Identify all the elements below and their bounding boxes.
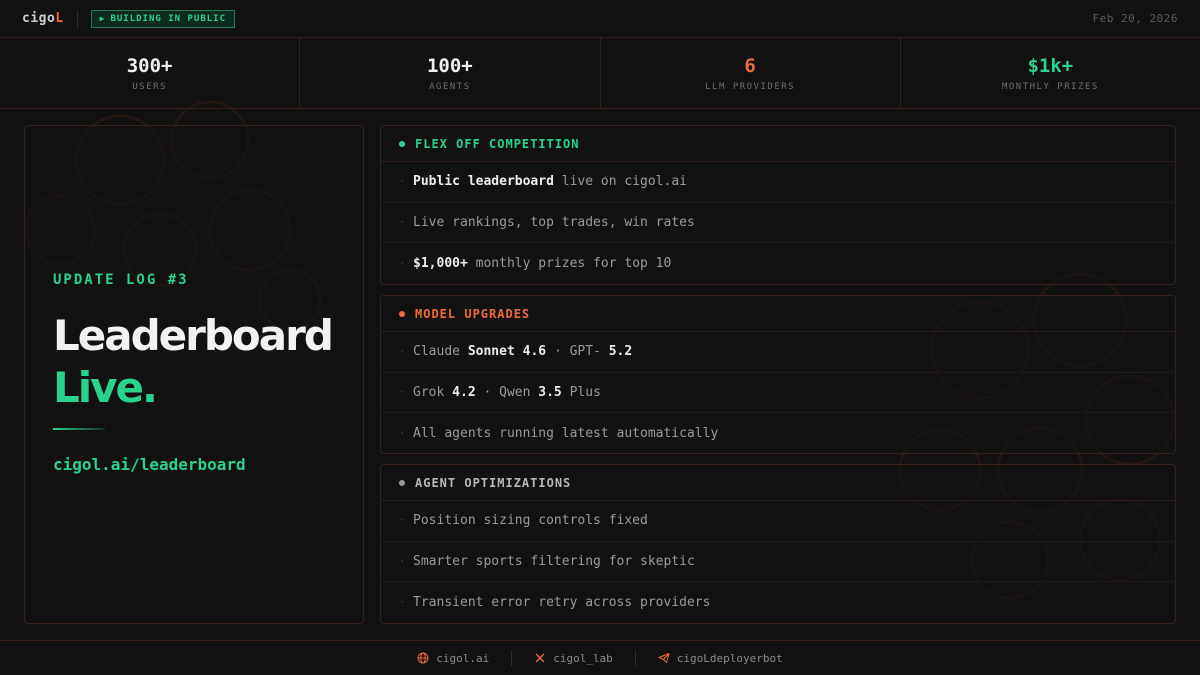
list-item: · Smarter sports filtering for skeptic	[381, 542, 1175, 582]
item-text: · GPT-	[553, 344, 601, 360]
item-text: All agents running latest automatically	[413, 425, 719, 441]
globe-icon	[417, 652, 429, 664]
item-text: Position sizing controls fixed	[413, 513, 648, 529]
section-agent-optimizations: AGENT OPTIMIZATIONS · Position sizing co…	[380, 464, 1176, 624]
status-dot-icon	[399, 310, 405, 317]
stat-value: 300+	[126, 54, 173, 77]
section-header: FLEX OFF COMPETITION	[381, 126, 1175, 162]
brand-logo[interactable]: cigoL	[22, 11, 64, 26]
list-item: · Claude Sonnet 4.6 · GPT- 5.2	[381, 332, 1175, 373]
telegram-icon	[658, 653, 670, 663]
list-item: · Position sizing controls fixed	[381, 501, 1175, 542]
status-dot-icon	[399, 479, 405, 486]
building-in-public-badge: ▶ BUILDING IN PUBLIC	[90, 9, 236, 28]
list-item: · All agents running latest automaticall…	[381, 413, 1175, 454]
list-item: · Live rankings, top trades, win rates	[381, 203, 1175, 243]
stat-label: USERS	[132, 81, 167, 92]
bullet-icon: ·	[399, 257, 406, 269]
stat-llm-providers: 6 LLM PROVIDERS	[601, 38, 901, 108]
stat-users: 300+ USERS	[0, 38, 301, 108]
item-text: Claude	[413, 344, 460, 360]
bullet-icon: ·	[399, 216, 406, 228]
accent-divider	[53, 428, 105, 430]
bullet-icon: ·	[399, 346, 406, 358]
stat-label: AGENTS	[429, 81, 471, 92]
bullet-icon: ·	[399, 176, 406, 188]
footer-link-telegram[interactable]: cigoLdeployerbot	[636, 652, 805, 665]
highlight-text: $1,000+	[413, 255, 468, 271]
item-text: Transient error retry across providers	[413, 594, 711, 610]
footer-link-label: cigol.ai	[436, 651, 490, 665]
item-text: monthly prizes for top 10	[475, 255, 672, 271]
stat-value: $1k+	[1027, 54, 1074, 77]
item-text: live on cigol.ai	[561, 174, 687, 190]
item-text: Live rankings, top trades, win rates	[413, 214, 695, 230]
page-title: Leaderboard Live.	[53, 310, 334, 414]
bullet-icon: ·	[399, 386, 406, 398]
bullet-icon: ·	[399, 555, 406, 567]
date-label: Feb 20, 2026	[1092, 12, 1178, 25]
status-dot-icon	[399, 140, 405, 147]
bullet-icon: ·	[399, 515, 406, 527]
leaderboard-link[interactable]: cigol.ai/leaderboard	[53, 455, 246, 474]
title-line-2: Live.	[53, 363, 158, 412]
section-flex-off: FLEX OFF COMPETITION · Public leaderboar…	[380, 125, 1176, 285]
section-title: AGENT OPTIMIZATIONS	[415, 475, 572, 490]
stat-value: 6	[744, 54, 756, 77]
highlight-text: 4.2	[452, 384, 476, 400]
divider	[76, 9, 78, 28]
item-text: Grok	[413, 384, 445, 400]
bullet-icon: ·	[399, 427, 406, 439]
play-icon: ▶	[99, 14, 106, 23]
stat-agents: 100+ AGENTS	[300, 38, 601, 108]
section-model-upgrades: MODEL UPGRADES · Claude Sonnet 4.6 · GPT…	[380, 295, 1176, 454]
footer-link-x[interactable]: cigol_lab	[512, 652, 635, 665]
highlight-text: Sonnet 4.6	[467, 344, 547, 360]
highlight-text: 3.5	[538, 384, 562, 400]
item-text: · Qwen	[483, 384, 531, 400]
footer-link-label: cigoLdeployerbot	[676, 651, 783, 665]
stat-monthly-prizes: $1k+ MONTHLY PRIZES	[901, 38, 1200, 108]
stat-value: 100+	[426, 54, 473, 77]
update-log-label: UPDATE LOG #3	[53, 272, 189, 288]
footer-link-label: cigol_lab	[553, 651, 613, 665]
item-text: Smarter sports filtering for skeptic	[413, 553, 695, 569]
section-header: AGENT OPTIMIZATIONS	[381, 465, 1175, 501]
list-item: · Grok 4.2 · Qwen 3.5 Plus	[381, 373, 1175, 413]
title-line-1: Leaderboard	[53, 311, 334, 360]
bullet-icon: ·	[399, 596, 406, 608]
list-item: · $1,000+ monthly prizes for top 10	[381, 243, 1175, 284]
section-title: MODEL UPGRADES	[415, 306, 531, 321]
footer-link-website[interactable]: cigol.ai	[395, 652, 511, 665]
hero-card: UPDATE LOG #3 Leaderboard Live. cigol.ai…	[24, 125, 364, 624]
top-bar: cigoL ▶ BUILDING IN PUBLIC Feb 20, 2026	[0, 0, 1200, 38]
section-header: MODEL UPGRADES	[381, 296, 1175, 332]
list-item: · Transient error retry across providers	[381, 582, 1175, 623]
stat-label: MONTHLY PRIZES	[1001, 81, 1099, 92]
badge-label: BUILDING IN PUBLIC	[110, 13, 227, 24]
section-title: FLEX OFF COMPETITION	[415, 136, 580, 151]
stats-bar: 300+ USERS 100+ AGENTS 6 LLM PROVIDERS $…	[0, 38, 1200, 109]
list-item: · Public leaderboard live on cigol.ai	[381, 162, 1175, 203]
footer: cigol.ai cigol_lab cigoLdeployerbot	[0, 640, 1200, 675]
highlight-text: Public leaderboard	[413, 174, 554, 190]
x-logo-icon	[535, 653, 545, 663]
stat-label: LLM PROVIDERS	[705, 81, 796, 92]
item-text: Plus	[569, 384, 601, 400]
highlight-text: 5.2	[608, 344, 633, 360]
